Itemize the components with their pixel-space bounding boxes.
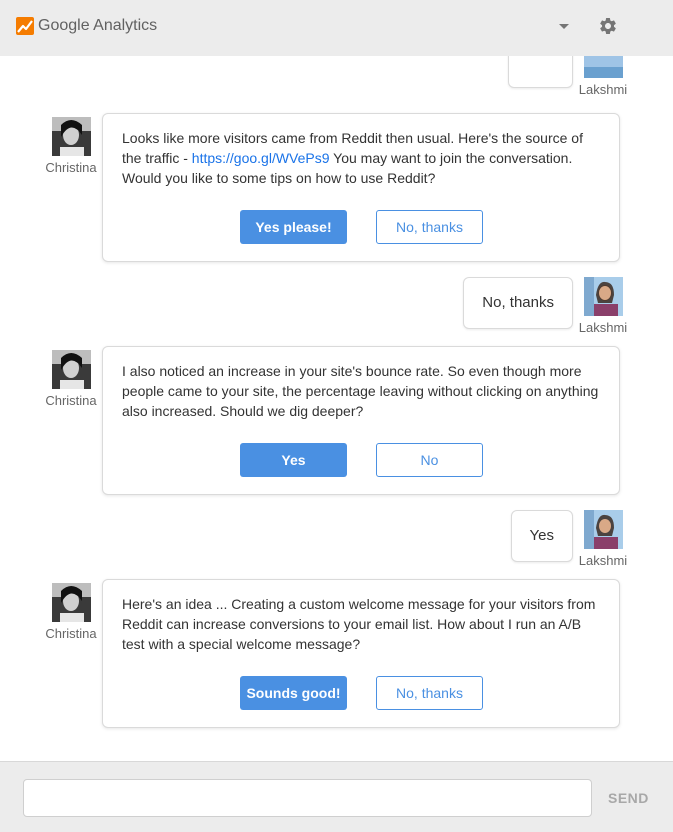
- user-message-bubble: Yes: [510, 510, 573, 562]
- user-photo-icon: [584, 277, 623, 316]
- chat-thread[interactable]: Lakshmi Christina Looks like more visito…: [0, 56, 673, 761]
- no-thanks-button[interactable]: No, thanks: [376, 676, 483, 710]
- user-avatar: [584, 510, 623, 549]
- app-header: Google Analytics: [0, 0, 673, 56]
- sounds-good-button[interactable]: Sounds good!: [240, 676, 347, 710]
- bot-name-label: Christina: [45, 626, 97, 641]
- bot-message-text: Here's an idea ... Creating a custom wel…: [122, 596, 596, 652]
- message-input[interactable]: [23, 779, 592, 817]
- bot-name-label: Christina: [45, 393, 97, 408]
- no-button[interactable]: No: [376, 443, 483, 477]
- send-button[interactable]: SEND: [608, 790, 649, 806]
- bot-message-card: I also noticed an increase in your site'…: [102, 346, 620, 495]
- user-message-bubble: [508, 56, 573, 88]
- bot-avatar: [52, 350, 91, 389]
- yes-button[interactable]: Yes: [240, 443, 347, 477]
- bot-message-card: Looks like more visitors came from Reddi…: [102, 113, 620, 262]
- user-avatar: [584, 56, 623, 78]
- bot-message-text: Looks like more visitors came from Reddi…: [122, 128, 606, 188]
- app-title: Google Analytics: [38, 17, 158, 34]
- gear-icon[interactable]: [598, 16, 618, 36]
- user-name-label: Lakshmi: [578, 320, 628, 335]
- user-avatar: [584, 277, 623, 316]
- composer-bar: SEND: [0, 761, 673, 832]
- bot-message-text: I also noticed an increase in your site'…: [122, 363, 599, 419]
- user-photo-icon: [584, 510, 623, 549]
- user-name-label: Lakshmi: [578, 553, 628, 568]
- bot-photo-icon: [52, 583, 91, 622]
- no-thanks-button[interactable]: No, thanks: [376, 210, 483, 244]
- analytics-logo-icon: [16, 17, 34, 35]
- bot-photo-icon: [52, 117, 91, 156]
- user-name-label: Lakshmi: [578, 82, 628, 97]
- bot-avatar: [52, 117, 91, 156]
- source-link[interactable]: https://goo.gl/WVePs9: [192, 150, 330, 166]
- user-photo-icon: [584, 56, 623, 78]
- bot-avatar: [52, 583, 91, 622]
- bot-name-label: Christina: [45, 160, 97, 175]
- yes-please-button[interactable]: Yes please!: [240, 210, 347, 244]
- bot-message-card: Here's an idea ... Creating a custom wel…: [102, 579, 620, 728]
- caret-down-icon[interactable]: [559, 24, 569, 29]
- user-message-bubble: No, thanks: [463, 277, 573, 329]
- bot-photo-icon: [52, 350, 91, 389]
